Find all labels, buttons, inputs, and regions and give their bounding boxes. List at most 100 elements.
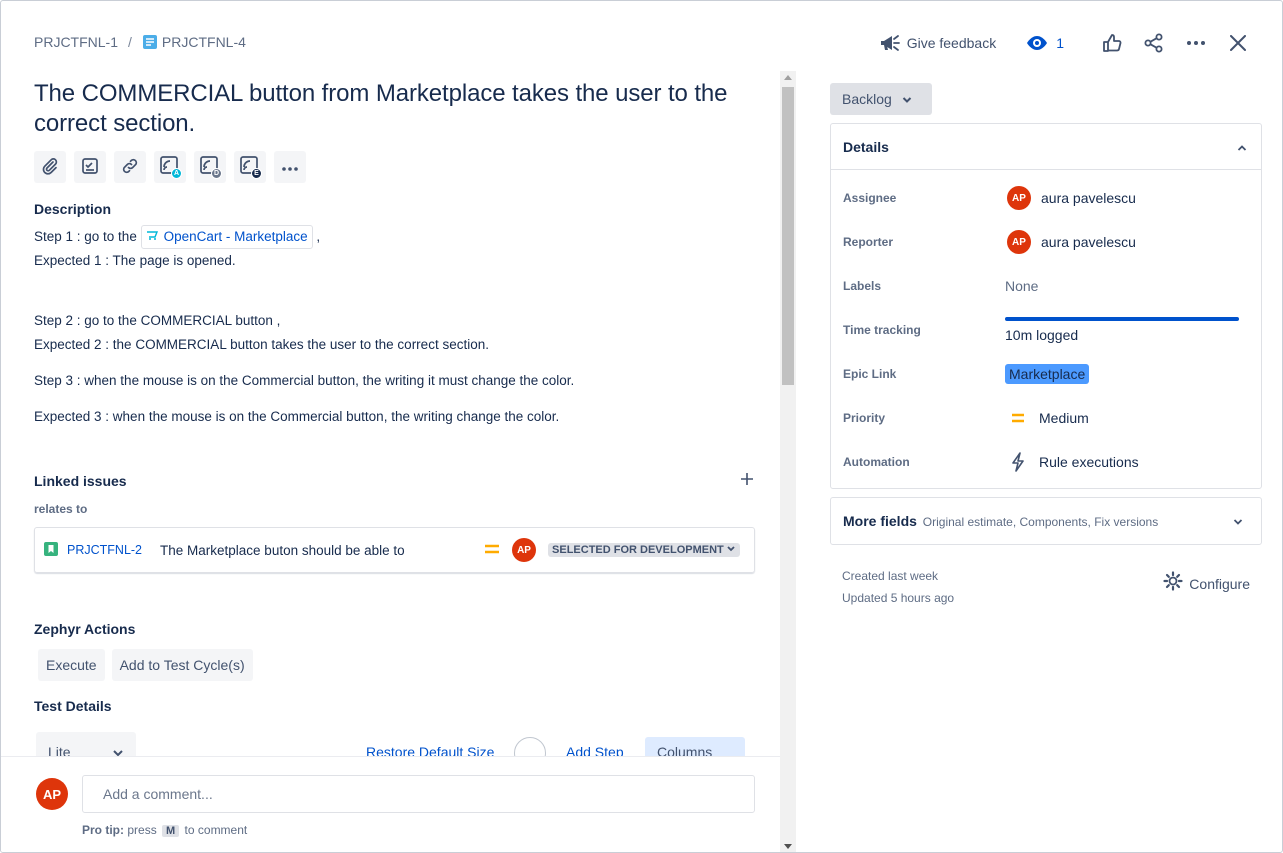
automation-label: Automation xyxy=(843,455,910,469)
priority-value[interactable]: Medium xyxy=(1005,410,1089,426)
linked-issues-header: Linked issues xyxy=(34,472,754,489)
close-button[interactable] xyxy=(1224,29,1252,57)
more-fields-title: More fields xyxy=(843,513,917,529)
field-epic-link: Epic Link Marketplace xyxy=(843,352,1261,396)
field-time-tracking: Time tracking 10m logged xyxy=(843,308,1261,352)
zephyr-action-e-button[interactable]: E xyxy=(234,151,266,183)
priority-medium-icon xyxy=(1011,412,1025,424)
zephyr-action-d-button[interactable]: D xyxy=(194,151,226,183)
status-button[interactable]: Backlog xyxy=(830,83,932,115)
share-button[interactable] xyxy=(1140,29,1168,57)
add-linked-issue-button[interactable] xyxy=(740,472,754,489)
reporter-value[interactable]: AP aura pavelescu xyxy=(1005,230,1136,254)
field-assignee: Assignee AP aura pavelescu xyxy=(843,176,1261,220)
scroll-up-arrow-icon[interactable] xyxy=(784,75,792,80)
chevron-down-icon xyxy=(902,91,912,107)
watch-button[interactable]: 1 xyxy=(1020,29,1070,57)
linked-issue-summary: The Marketplace buton should be able to xyxy=(160,542,405,558)
zephyr-e-badge: E xyxy=(251,168,262,179)
labels-label: Labels xyxy=(843,279,882,293)
breadcrumb-current[interactable]: PRJCTFNL-4 xyxy=(162,34,246,50)
epic-link-value[interactable]: Marketplace xyxy=(1005,364,1090,384)
reporter-avatar: AP xyxy=(1007,230,1031,254)
columns-button[interactable]: Columns xyxy=(645,737,745,756)
epic-link-label: Epic Link xyxy=(843,367,897,381)
priority-name: Medium xyxy=(1039,410,1089,426)
link-favicon-icon xyxy=(146,225,160,249)
zephyr-actions-heading: Zephyr Actions xyxy=(34,621,136,637)
scroll-down-arrow-icon[interactable] xyxy=(784,844,792,849)
main-scrollbar[interactable] xyxy=(780,71,796,852)
description-step-3: Step 3 : when the mouse is on the Commer… xyxy=(34,373,575,388)
gear-icon xyxy=(1163,571,1183,597)
megaphone-icon xyxy=(879,33,901,53)
expand-button[interactable] xyxy=(514,737,546,756)
labels-value[interactable]: None xyxy=(1005,278,1038,294)
checklist-icon xyxy=(81,157,99,178)
issue-main-column: The COMMERCIAL button from Marketplace t… xyxy=(34,79,756,756)
story-icon xyxy=(43,541,59,560)
comment-input[interactable]: Add a comment... xyxy=(82,775,755,813)
linked-issue-status-label: SELECTED FOR DEVELOPMENT xyxy=(552,544,724,556)
zephyr-d-badge: D xyxy=(211,168,222,179)
link-issue-button[interactable] xyxy=(114,151,146,183)
link-relation-label: relates to xyxy=(34,502,88,516)
view-select-value: Lite xyxy=(48,744,71,756)
smart-link-opencart[interactable]: OpenCart - Marketplace xyxy=(140,225,313,249)
zephyr-action-a-button[interactable]: A xyxy=(154,151,186,183)
pro-tip-label: Pro tip: xyxy=(82,823,124,837)
linked-issue-avatar: AP xyxy=(512,538,537,562)
description-expected-1: Expected 1 : The page is opened. xyxy=(34,253,236,268)
linked-issue-key[interactable]: PRJCTFNL-2 xyxy=(67,543,142,557)
linked-issue-row[interactable]: PRJCTFNL-2 The Marketplace buton should … xyxy=(34,527,755,573)
comment-area: AP Add a comment... Pro tip: press M to … xyxy=(1,756,781,852)
more-icon xyxy=(1186,40,1206,46)
description-expected-2: Expected 2 : the COMMERCIAL button takes… xyxy=(34,337,489,352)
step-1-suffix: , xyxy=(316,229,321,244)
issue-title[interactable]: The COMMERCIAL button from Marketplace t… xyxy=(34,79,756,139)
time-tracking-value[interactable]: 10m logged xyxy=(1005,317,1239,343)
chevron-up-icon xyxy=(1237,139,1247,155)
test-details-heading: Test Details xyxy=(34,698,112,714)
give-feedback-button[interactable]: Give feedback xyxy=(873,29,1003,57)
scrollbar-thumb[interactable] xyxy=(782,87,794,385)
reporter-name: aura pavelescu xyxy=(1041,234,1136,250)
more-icon xyxy=(281,159,299,175)
chevron-down-icon xyxy=(726,544,736,556)
time-tracking-progress xyxy=(1005,317,1239,321)
automation-value[interactable]: Rule executions xyxy=(1005,452,1139,472)
execute-button[interactable]: Execute xyxy=(38,649,105,681)
add-subtask-button[interactable] xyxy=(74,151,106,183)
details-panel: Details Assignee AP aura pavelescu Repor… xyxy=(830,123,1262,489)
breadcrumb-parent[interactable]: PRJCTFNL-1 xyxy=(34,34,118,50)
vote-button[interactable] xyxy=(1098,29,1126,57)
assignee-name: aura pavelescu xyxy=(1041,190,1136,206)
description-step-2: Step 2 : go to the COMMERCIAL button , xyxy=(34,313,281,328)
description-expected-3: Expected 3 : when the mouse is on the Co… xyxy=(34,409,560,424)
attach-button[interactable] xyxy=(34,151,66,183)
chevron-down-icon xyxy=(1233,513,1243,529)
details-panel-header[interactable]: Details xyxy=(831,124,1261,170)
more-actions-button[interactable] xyxy=(1182,29,1210,57)
description-body[interactable]: Step 1 : go to the OpenCart - Marketplac… xyxy=(34,225,756,429)
add-to-test-cycle-button[interactable]: Add to Test Cycle(s) xyxy=(111,649,253,681)
issue-toolbar: A D E xyxy=(34,151,756,183)
breadcrumb-separator: / xyxy=(128,34,132,50)
step-1-text: Step 1 : go to the xyxy=(34,229,137,244)
description-spacer xyxy=(34,273,756,309)
thumbs-up-icon xyxy=(1102,33,1122,53)
restore-default-size-link[interactable]: Restore Default Size xyxy=(366,744,494,756)
assignee-value[interactable]: AP aura pavelescu xyxy=(1005,186,1136,210)
view-select[interactable]: Lite xyxy=(36,732,136,756)
linked-issue-status[interactable]: SELECTED FOR DEVELOPMENT xyxy=(548,543,740,557)
toolbar-more-button[interactable] xyxy=(274,151,306,183)
share-icon xyxy=(1144,33,1164,53)
priority-label: Priority xyxy=(843,411,886,425)
zephyr-actions: Execute Add to Test Cycle(s) xyxy=(38,649,253,681)
add-step-link[interactable]: Add Step xyxy=(566,744,624,756)
paperclip-icon xyxy=(41,157,59,178)
field-automation: Automation Rule executions xyxy=(843,440,1261,484)
issue-sidebar: Backlog Details Assignee AP aura paveles… xyxy=(830,83,1262,609)
more-fields-panel[interactable]: More fields Original estimate, Component… xyxy=(830,497,1262,545)
configure-button[interactable]: Configure xyxy=(1163,571,1250,597)
